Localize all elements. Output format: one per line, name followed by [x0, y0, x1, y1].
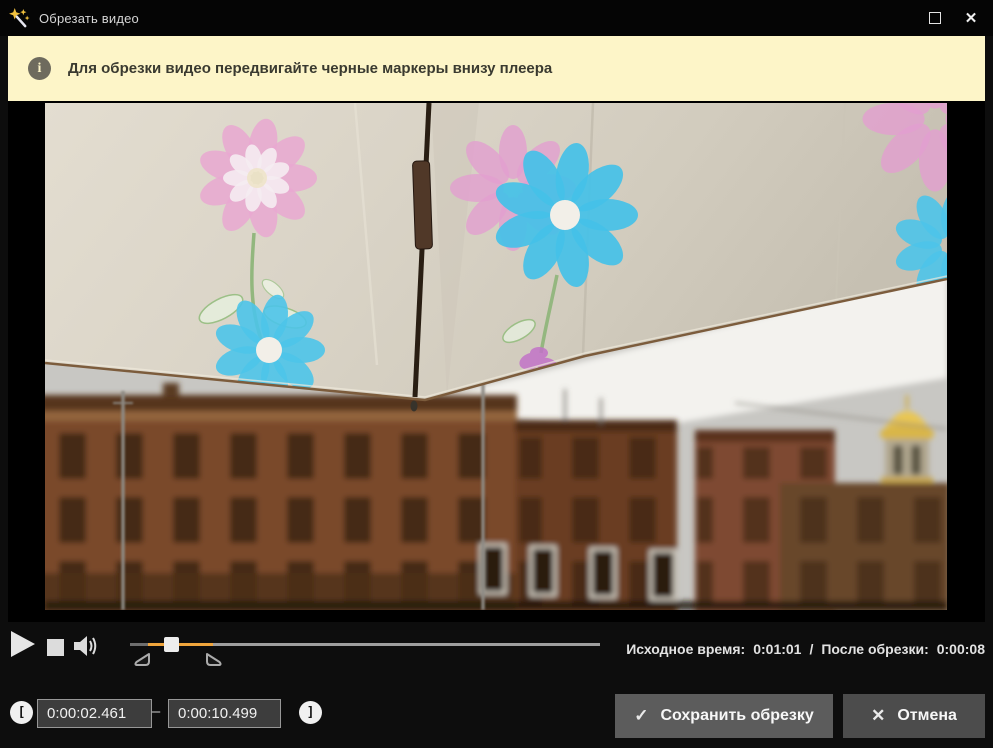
end-time-input[interactable] [168, 699, 281, 728]
title-bar[interactable]: Обрезать видео ✕ [0, 0, 993, 36]
maximize-button[interactable] [919, 2, 951, 34]
time-separator: / [809, 641, 814, 657]
stop-button[interactable] [47, 639, 64, 656]
magic-wand-icon [9, 7, 30, 29]
timeline-selected-range [148, 643, 213, 646]
info-icon: i [28, 57, 51, 80]
video-player [8, 101, 985, 622]
save-trim-label: Сохранить обрезку [660, 707, 814, 724]
source-time-value: 0:01:01 [753, 641, 802, 657]
timeline-segment-before [130, 643, 148, 646]
time-info: Исходное время: 0:01:01 / После обрезки:… [626, 641, 985, 657]
start-time-input[interactable] [37, 699, 152, 728]
info-banner: i Для обрезки видео передвигайте черные … [8, 36, 985, 101]
trimmed-time-label: После обрезки: [821, 641, 929, 657]
window-title: Обрезать видео [39, 10, 139, 26]
maximize-icon [929, 12, 941, 24]
video-scene-image [45, 103, 947, 610]
trim-end-marker[interactable] [204, 652, 224, 672]
banner-text: Для обрезки видео передвигайте черные ма… [68, 60, 553, 77]
volume-icon [74, 636, 97, 656]
trimmed-time-value: 0:00:08 [936, 641, 985, 657]
cancel-button[interactable]: ✕ Отмена [843, 694, 985, 738]
set-start-button[interactable]: [ [10, 701, 33, 724]
source-time-label: Исходное время: [626, 641, 746, 657]
check-icon: ✓ [634, 706, 649, 725]
volume-button[interactable] [72, 634, 98, 663]
close-icon: ✕ [964, 10, 978, 27]
trim-video-dialog: Обрезать видео ✕ i Для обрезки видео пер… [0, 0, 993, 748]
play-icon [11, 631, 35, 657]
timeline-segment-after [213, 643, 600, 646]
bracket-open-icon: [ [17, 705, 26, 720]
close-button[interactable]: ✕ [955, 2, 987, 34]
timeline-track[interactable] [130, 626, 600, 672]
save-trim-button[interactable]: ✓ Сохранить обрезку [615, 694, 833, 738]
set-end-button[interactable]: ] [299, 701, 322, 724]
range-separator: – [151, 703, 161, 720]
trim-start-marker[interactable] [132, 652, 152, 672]
cancel-x-icon: ✕ [871, 706, 886, 725]
cancel-label: Отмена [897, 707, 957, 724]
play-button[interactable] [10, 630, 36, 663]
playhead-handle[interactable] [164, 637, 179, 652]
video-preview [45, 103, 947, 610]
bracket-close-icon: ] [306, 705, 315, 720]
